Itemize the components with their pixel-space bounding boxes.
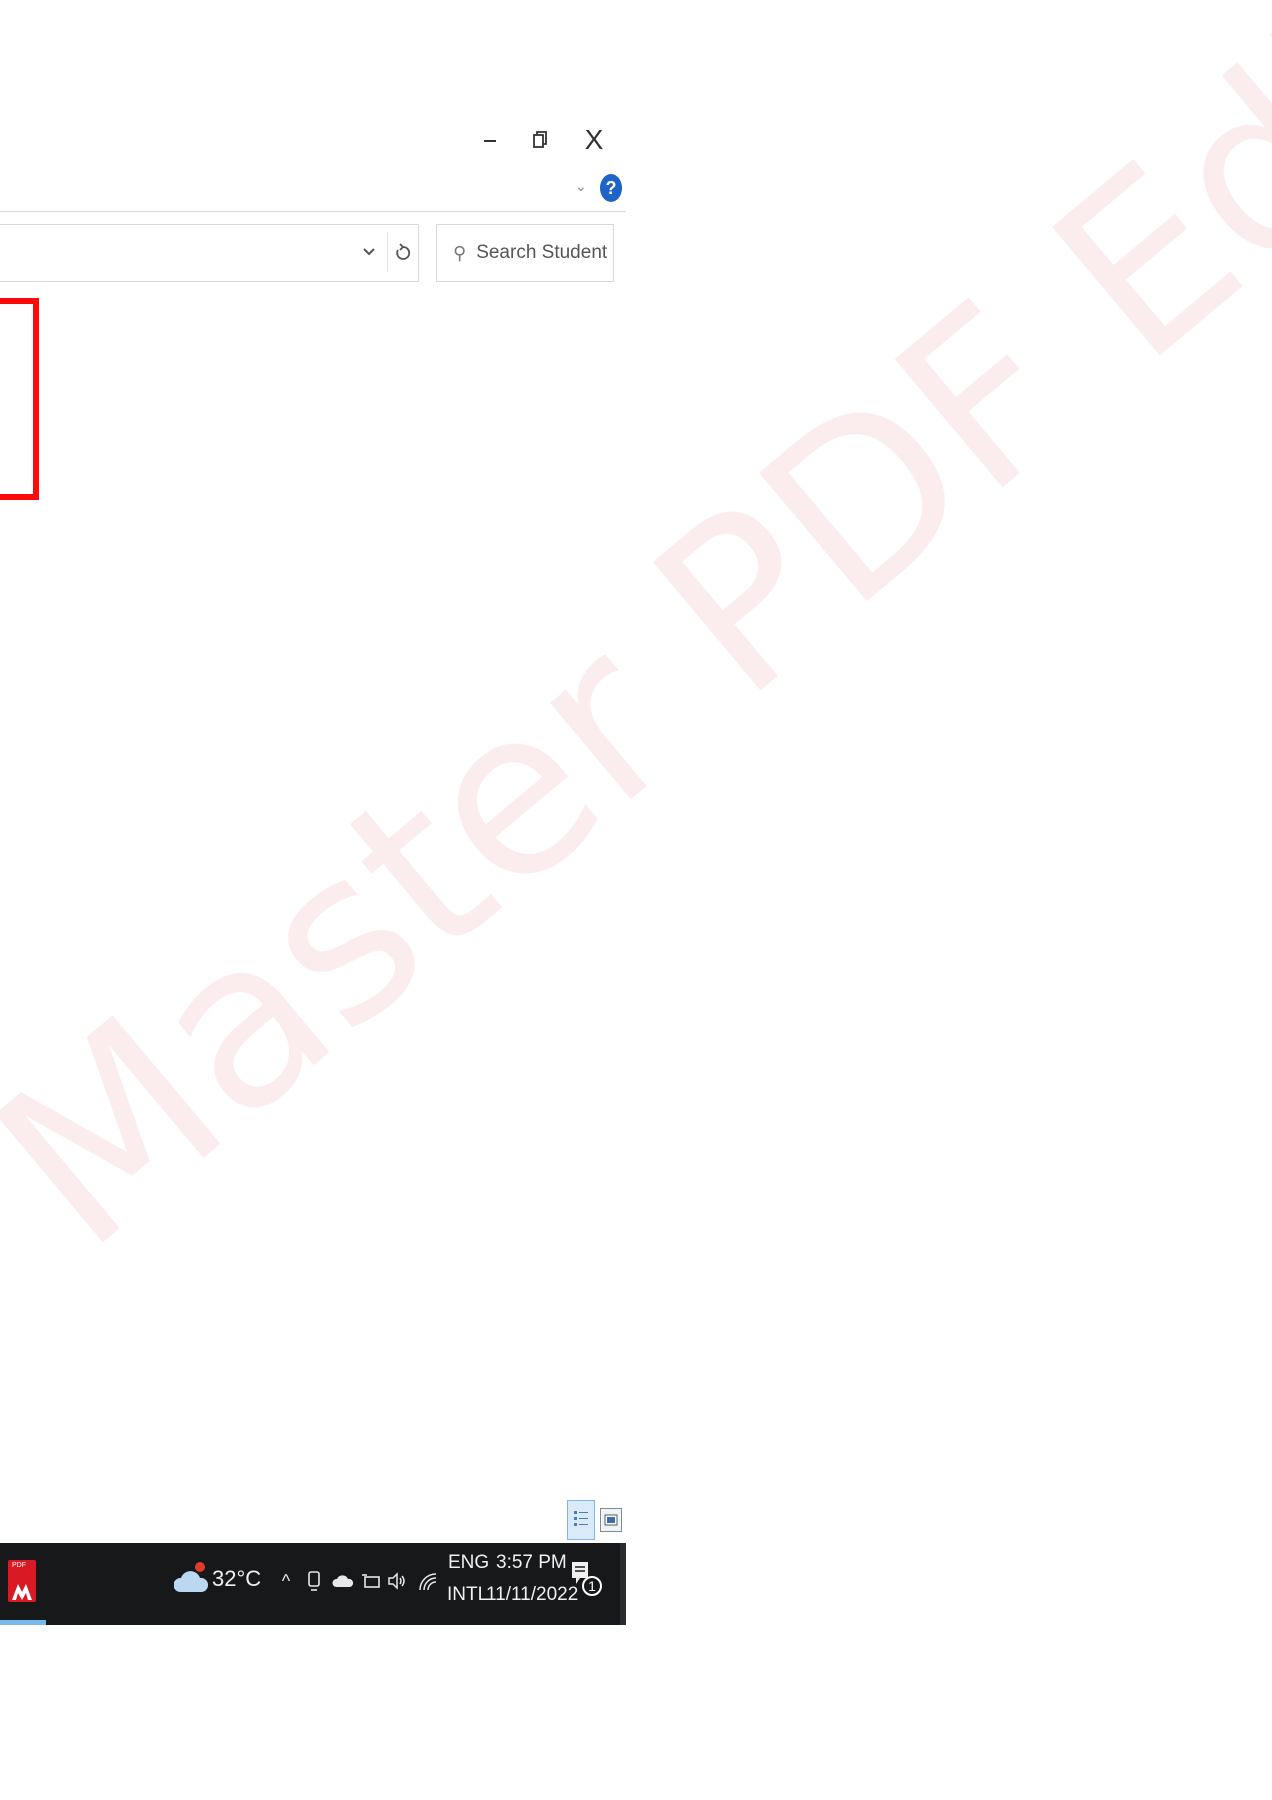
large-icons-view-button[interactable] <box>600 1508 622 1532</box>
volume-button[interactable] <box>386 1566 408 1596</box>
close-icon: X <box>584 124 604 155</box>
close-button[interactable]: X <box>574 120 614 160</box>
refresh-icon <box>396 243 411 260</box>
show-desktop-button[interactable] <box>620 1543 626 1625</box>
minimize-icon <box>484 140 496 142</box>
notification-count-badge: 1 <box>582 1576 602 1596</box>
search-placeholder: Search Student Inf... <box>476 242 613 263</box>
help-icon: ? <box>605 177 617 198</box>
chevron-down-icon <box>363 248 375 256</box>
address-history-dropdown[interactable] <box>356 232 382 272</box>
pdf-label: PDF <box>12 1562 26 1569</box>
wifi-icon <box>419 1573 437 1591</box>
highlight-annotation-box <box>0 298 39 500</box>
cloud-icon <box>173 1562 209 1592</box>
large-icons-view-icon <box>604 1514 618 1526</box>
ribbon-divider <box>0 211 626 212</box>
power-icon <box>362 1574 380 1588</box>
chevron-up-icon: ^ <box>281 1570 291 1591</box>
search-input[interactable]: ⚲ Search Student Inf... <box>436 224 614 282</box>
onedrive-icon <box>332 1575 354 1587</box>
battery-button[interactable] <box>360 1566 382 1596</box>
weather-widget[interactable] <box>173 1558 209 1598</box>
refresh-button[interactable] <box>387 232 418 272</box>
input-language[interactable]: ENG <box>448 1552 489 1574</box>
help-button[interactable]: ? <box>600 174 622 202</box>
minimize-button[interactable] <box>470 120 510 160</box>
active-app-indicator <box>0 1620 46 1625</box>
ribbon-expand-button[interactable]: ⌄ <box>575 178 587 195</box>
details-view-icon <box>574 1511 588 1526</box>
temperature-text[interactable]: 32°C <box>212 1566 261 1592</box>
search-icon: ⚲ <box>453 242 467 263</box>
keyboard-layout[interactable]: INTL <box>447 1584 488 1606</box>
pdf-editor-icon <box>12 1584 32 1600</box>
onedrive-button[interactable] <box>330 1566 356 1596</box>
details-view-button[interactable] <box>567 1500 595 1540</box>
watermark-text: Master PDF Editor <box>0 0 1272 1299</box>
network-button[interactable] <box>416 1566 438 1596</box>
chevron-down-icon: ⌄ <box>575 178 587 194</box>
pdf-editor-taskbar-button[interactable]: PDF <box>8 1560 36 1602</box>
volume-icon <box>388 1572 405 1590</box>
clock-date[interactable]: 11/11/2022 <box>486 1584 578 1606</box>
restore-button[interactable] <box>520 120 560 160</box>
show-hidden-icons-button[interactable]: ^ <box>276 1566 296 1596</box>
meet-now-icon <box>308 1571 320 1591</box>
meet-now-button[interactable] <box>304 1566 324 1596</box>
action-center-button[interactable]: 1 <box>570 1560 604 1604</box>
restore-icon <box>533 131 547 148</box>
clock-time[interactable]: 3:57 PM <box>496 1552 567 1574</box>
